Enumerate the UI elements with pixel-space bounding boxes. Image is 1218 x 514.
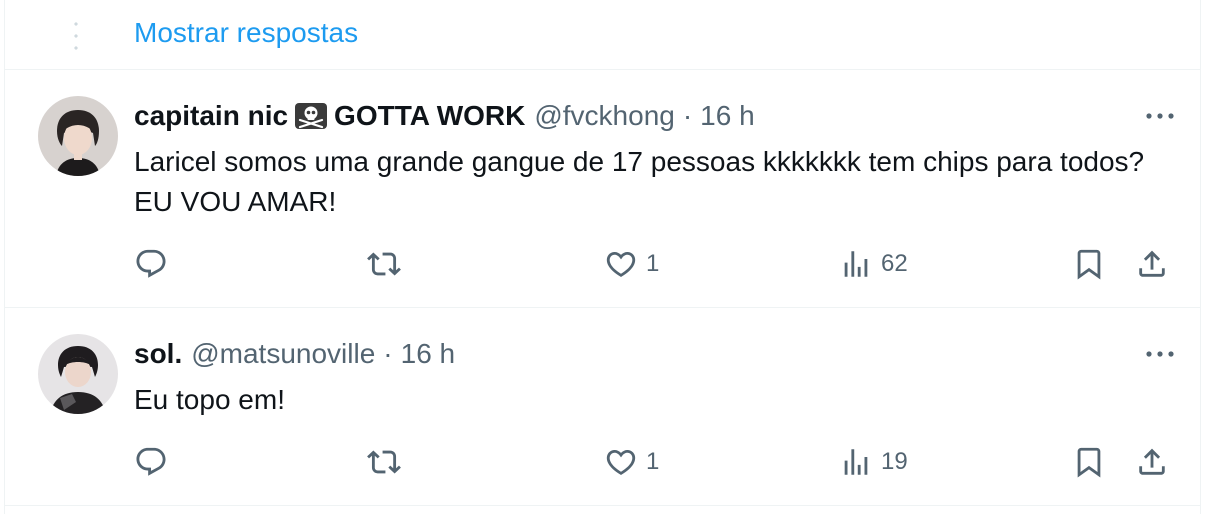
reply-icon: [134, 247, 168, 281]
skull-crossbones-icon: [295, 103, 328, 129]
user-handle[interactable]: @matsunoville: [191, 338, 375, 370]
bookmark-icon: [1072, 445, 1106, 479]
more-icon[interactable]: [1142, 104, 1178, 128]
reply-button[interactable]: [134, 244, 176, 284]
reply-tweet[interactable]: capitain nic GOTTA WORK @fvckhong · 16 h…: [5, 70, 1200, 308]
retweet-button[interactable]: [367, 244, 409, 284]
display-name-suffix[interactable]: GOTTA WORK: [334, 100, 525, 132]
avatar[interactable]: [38, 96, 118, 176]
share-button[interactable]: [1135, 244, 1169, 284]
display-name[interactable]: capitain nic: [134, 100, 288, 132]
bookmark-icon: [1072, 247, 1106, 281]
replies-thread: Mostrar respostas capitain nic GOTTA WOR…: [4, 0, 1201, 514]
show-replies-row: Mostrar respostas: [5, 0, 1200, 70]
reply-icon: [134, 445, 168, 479]
timestamp[interactable]: 16 h: [700, 100, 755, 132]
views-icon: [839, 445, 873, 479]
views-count: 62: [881, 250, 908, 277]
bookmark-button[interactable]: [1072, 442, 1106, 482]
separator-dot: ·: [682, 100, 693, 131]
like-button[interactable]: 1: [604, 244, 659, 284]
like-count: 1: [646, 448, 660, 475]
tweet-text: Laricel somos uma grande gangue de 17 pe…: [134, 146, 1145, 217]
bookmark-button[interactable]: [1072, 244, 1106, 284]
avatar[interactable]: [38, 334, 118, 414]
like-count: 1: [646, 250, 660, 277]
share-icon: [1135, 247, 1169, 281]
action-bar: 1 62: [5, 244, 1200, 284]
timestamp[interactable]: 16 h: [401, 338, 456, 370]
user-handle[interactable]: @fvckhong: [534, 100, 675, 132]
tweet-header: sol. @matsunoville · 16 h: [134, 336, 455, 372]
tweet-header: capitain nic GOTTA WORK @fvckhong · 16 h: [134, 98, 755, 134]
views-button[interactable]: 62: [839, 244, 908, 284]
action-bar: 1 19: [5, 442, 1200, 482]
more-icon[interactable]: [1142, 342, 1178, 366]
tweet-text: Eu topo em!: [134, 384, 285, 415]
reply-button[interactable]: [134, 442, 176, 482]
thread-connector-dots: [74, 18, 78, 54]
heart-icon: [604, 445, 638, 479]
retweet-button[interactable]: [367, 442, 409, 482]
views-button[interactable]: 19: [839, 442, 908, 482]
share-icon: [1135, 445, 1169, 479]
retweet-icon: [367, 445, 401, 479]
like-button[interactable]: 1: [604, 442, 659, 482]
reply-tweet[interactable]: sol. @matsunoville · 16 h Eu topo em! 1: [5, 308, 1200, 506]
views-icon: [839, 247, 873, 281]
show-replies-link[interactable]: Mostrar respostas: [134, 17, 358, 49]
separator-dot: ·: [383, 338, 393, 369]
heart-icon: [604, 247, 638, 281]
share-button[interactable]: [1135, 442, 1169, 482]
views-count: 19: [881, 448, 908, 475]
display-name[interactable]: sol.: [134, 338, 182, 370]
retweet-icon: [367, 247, 401, 281]
